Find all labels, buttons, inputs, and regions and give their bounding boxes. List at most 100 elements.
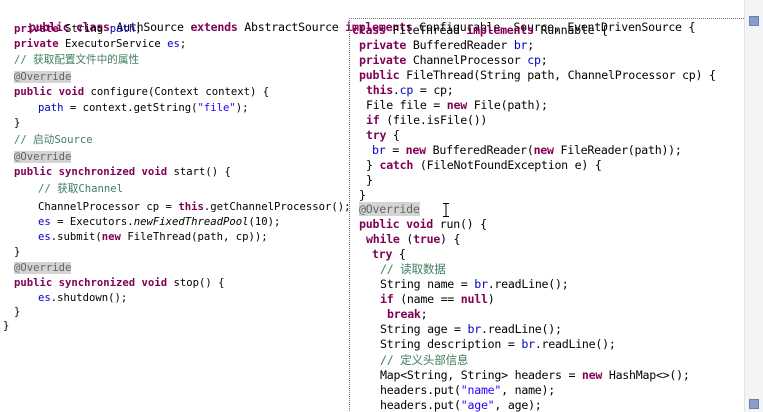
keyword: if xyxy=(380,292,394,306)
keyword: public void xyxy=(359,217,434,231)
code-line: if (file.isFile()) xyxy=(366,113,487,128)
left-code-pane[interactable]: private String path; private ExecutorSer… xyxy=(0,0,351,412)
keyword: private xyxy=(359,53,407,67)
code-text: ; xyxy=(540,53,548,67)
scroll-marker-top[interactable] xyxy=(749,16,759,26)
code-line: public synchronized void stop() { xyxy=(14,276,224,291)
code-line: es.shutdown(); xyxy=(38,291,127,306)
code-line: path = context.getString("file"); xyxy=(38,101,249,116)
code-text: headers.put( xyxy=(380,398,461,412)
keyword: break xyxy=(387,307,421,321)
static-method: newFixedThreadPool xyxy=(133,216,249,228)
code-text: ExecutorService xyxy=(58,38,168,50)
closing-brace: } xyxy=(3,320,10,332)
code-text: (FileNotFoundException e) { xyxy=(413,158,602,172)
code-line: try { xyxy=(366,128,400,143)
keyword: null xyxy=(460,292,488,306)
code-text: ; xyxy=(135,23,142,35)
keyword: this xyxy=(178,201,204,213)
code-text: String description = xyxy=(380,337,522,351)
keyword: private xyxy=(14,23,59,35)
vertical-scrollbar[interactable] xyxy=(744,0,763,412)
keyword: new xyxy=(446,98,467,112)
closing-brace: } xyxy=(14,117,21,129)
code-line: public synchronized void start() { xyxy=(14,165,231,180)
code-text: String age = xyxy=(380,322,468,336)
code-line: public void configure(Context context) { xyxy=(14,85,269,100)
code-line: String description = br.readLine(); xyxy=(380,337,616,352)
code-text: Runnable { xyxy=(533,23,608,37)
keyword: this xyxy=(366,83,393,97)
code-text: HashMap<>(); xyxy=(602,368,690,382)
code-text: (10); xyxy=(248,216,281,228)
code-text: ); xyxy=(235,102,249,114)
code-text: .readLine(); xyxy=(480,322,562,336)
code-line: public void run() { xyxy=(359,217,487,232)
code-comment: // 定义头部信息 xyxy=(380,353,469,367)
code-text: File file = xyxy=(366,98,447,112)
field-name: br xyxy=(467,322,482,336)
code-line: File file = new File(path); xyxy=(366,98,548,113)
annotation: @Override xyxy=(14,71,72,83)
code-text: ; xyxy=(179,38,187,50)
string-literal: "name" xyxy=(460,383,502,397)
keyword: try xyxy=(372,247,393,261)
code-text: = context.getString( xyxy=(63,102,198,114)
code-text: run() { xyxy=(433,217,487,231)
keyword: try xyxy=(366,128,387,142)
code-text: .shutdown(); xyxy=(50,292,128,304)
code-text: ( xyxy=(399,232,414,246)
code-editor[interactable]: public class AuthSource extends Abstract… xyxy=(0,0,763,412)
code-line: br = new BufferedReader(new FileReader(p… xyxy=(372,143,682,158)
code-line: public FileThread(String path, ChannelPr… xyxy=(359,68,716,83)
code-line: Map<String, String> headers = new HashMa… xyxy=(380,368,690,383)
code-line: while (true) { xyxy=(366,232,461,247)
code-text: ; xyxy=(420,307,428,321)
code-comment: // 获取Channel xyxy=(38,183,123,195)
code-text: ChannelProcessor xyxy=(406,53,528,67)
field-name: br xyxy=(474,277,488,291)
code-line: class FileThread implements Runnable { xyxy=(352,23,608,38)
field-name: br xyxy=(372,143,386,157)
code-line: @Override xyxy=(14,261,72,276)
code-line: if (name == null) xyxy=(380,292,495,307)
code-line: headers.put("name", name); xyxy=(380,383,555,398)
code-text: headers.put( xyxy=(380,383,461,397)
code-text: start() { xyxy=(167,166,231,178)
code-line: @Override xyxy=(14,70,72,85)
code-line: try { xyxy=(372,247,406,262)
keyword: new xyxy=(101,231,121,243)
code-text: . xyxy=(392,83,400,97)
keyword: class xyxy=(352,23,386,37)
code-line: break; xyxy=(387,307,428,322)
annotation: @Override xyxy=(14,262,72,274)
code-text: Map<String, String> headers = xyxy=(380,368,582,382)
code-text: FileReader(path)); xyxy=(553,143,682,157)
keyword: if xyxy=(366,113,380,127)
code-text: FileThread xyxy=(385,23,467,37)
field-name: es xyxy=(38,231,51,243)
field-name: br xyxy=(513,38,528,52)
code-text: FileThread(String path, ChannelProcessor… xyxy=(399,68,716,82)
right-code-pane[interactable]: class FileThread implements Runnable { p… xyxy=(349,18,746,412)
code-line: @Override xyxy=(14,150,72,165)
keyword: true xyxy=(413,232,441,246)
code-line: headers.put("age", age); xyxy=(380,398,542,412)
field-name: cp xyxy=(527,53,541,67)
code-comment: // 读取数据 xyxy=(380,262,446,276)
scroll-marker-bottom[interactable] xyxy=(749,399,759,409)
keyword: public xyxy=(359,68,400,82)
code-text: .readLine(); xyxy=(534,337,616,351)
keyword: public synchronized void xyxy=(14,277,168,289)
code-text: String xyxy=(58,23,110,35)
code-text: FileThread(path, cp)); xyxy=(120,231,268,243)
code-text: configure(Context context) { xyxy=(84,86,270,98)
code-text: BufferedReader( xyxy=(425,143,534,157)
field-name: es xyxy=(38,216,51,228)
keyword: catch xyxy=(379,158,414,172)
keyword: new xyxy=(533,143,554,157)
keyword: private xyxy=(359,38,407,52)
code-text: BufferedReader xyxy=(406,38,514,52)
closing-brace: } xyxy=(359,188,366,202)
field-name: path xyxy=(109,23,136,35)
